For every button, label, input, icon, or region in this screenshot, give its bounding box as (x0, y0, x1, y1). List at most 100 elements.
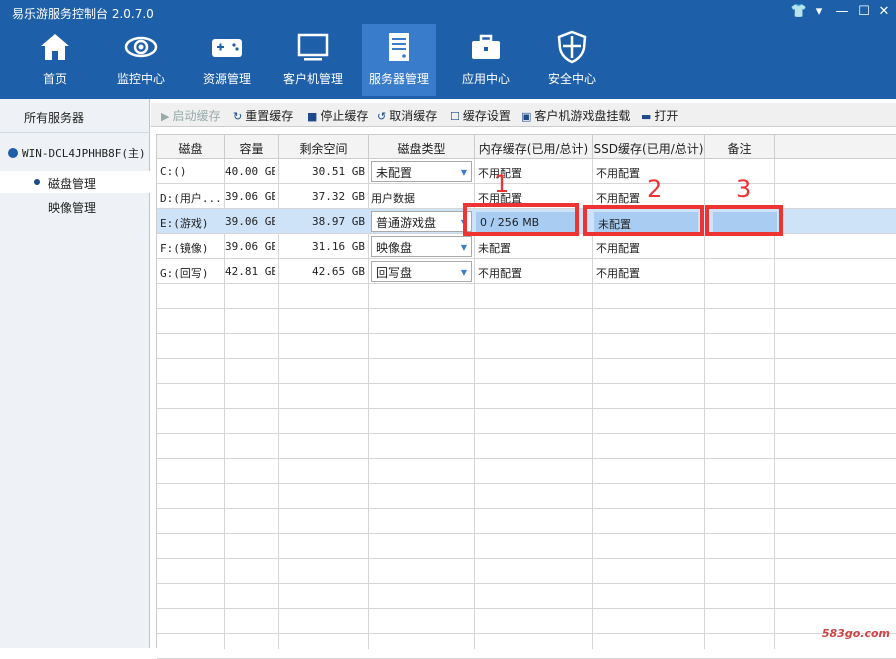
toolbar-play-button[interactable]: ▶ 启动缓存 (161, 107, 220, 124)
cell-free-space: 31.16 GB (312, 240, 365, 253)
cell-ssd-cache: 不用配置 (596, 267, 640, 280)
cell-capacity: 39.06 GB (225, 190, 275, 203)
annotation-label-1: 1 (494, 170, 510, 198)
shirt-icon[interactable]: 👕 (789, 4, 809, 19)
dropdown-icon[interactable]: ▾ (809, 4, 829, 19)
nav-gamepad[interactable]: 资源管理 (189, 24, 265, 96)
toolbar-reset-button[interactable]: ↻ 重置缓存 (233, 107, 293, 124)
cell-disk: E:(游戏) (160, 217, 209, 230)
cell-capacity: 42.81 GB (225, 265, 275, 278)
column-header[interactable]: 备注 (705, 135, 775, 159)
toolbar-label: 停止缓存 (320, 109, 369, 123)
column-header[interactable]: 剩余空间 (279, 135, 369, 159)
reset-icon: ↻ (233, 110, 243, 123)
nav-label: 服务器管理 (368, 72, 429, 86)
cell-disk: D:(用户... (160, 192, 222, 205)
empty-row (157, 409, 896, 434)
nav-label: 客户机管理 (282, 72, 343, 86)
sidebar-item-image-management[interactable]: 映像管理 (0, 195, 150, 217)
empty-row (157, 534, 896, 559)
empty-row (157, 634, 896, 659)
annotation-label-3: 3 (736, 175, 752, 203)
nav-toolbox[interactable]: 应用中心 (448, 24, 524, 96)
cell-capacity: 39.06 GB (225, 240, 275, 253)
empty-row (157, 309, 896, 334)
collapse-icon[interactable] (8, 148, 18, 158)
empty-row (157, 359, 896, 384)
watermark: 583go.com (821, 627, 890, 640)
toolbar: ▶ 启动缓存 ↻ 重置缓存 ■ 停止缓存 ↺ 取消缓存 ☐ 缓存设置 ▣ 客户机游戏盘挂载 ▬ 打开 (151, 103, 896, 127)
nav-label: 应用中心 (461, 72, 510, 86)
column-header[interactable]: 磁盘类型 (369, 135, 475, 159)
settings-icon: ☐ (450, 110, 460, 123)
nav-label: 监控中心 (116, 72, 165, 86)
cell-free-space: 30.51 GB (312, 165, 365, 178)
nav-home[interactable]: 首页 (17, 24, 93, 96)
header-filler (775, 135, 896, 159)
cell-ssd-cache: 不用配置 (596, 242, 640, 255)
toolbar-label: 启动缓存 (172, 109, 221, 123)
disk-type-value: 普通游戏盘 (376, 216, 437, 230)
close-icon[interactable]: ✕ (874, 4, 894, 19)
cell-free-space: 38.97 GB (312, 215, 365, 228)
nav-label: 首页 (42, 72, 67, 86)
empty-row (157, 559, 896, 584)
disk-type-select[interactable]: 映像盘 ▼ (371, 236, 472, 257)
sidebar-all-servers[interactable]: 所有服务器 (0, 99, 150, 133)
toolbox-icon (448, 30, 524, 64)
empty-row (157, 484, 896, 509)
disk-type-value: 回写盘 (376, 266, 413, 280)
annotation-box-2 (583, 205, 704, 236)
toolbar-folder-button[interactable]: ▬ 打开 (641, 107, 678, 124)
sidebar-server-node[interactable]: WIN-DCL4JPHHB8F(主) (0, 139, 150, 165)
chevron-down-icon: ▼ (460, 243, 467, 252)
empty-row (157, 434, 896, 459)
column-header[interactable]: 内存缓存(已用/总计) (475, 135, 593, 159)
nav-monitor[interactable]: 客户机管理 (275, 24, 351, 96)
nav-label: 安全中心 (547, 72, 596, 86)
toolbar-label: 打开 (654, 109, 679, 123)
chevron-down-icon: ▼ (460, 268, 467, 277)
sidebar: 所有服务器 WIN-DCL4JPHHB8F(主) 磁盘管理 映像管理 (0, 99, 150, 648)
toolbar-cancel-button[interactable]: ↺ 取消缓存 (377, 107, 437, 124)
sidebar-item-label: 磁盘管理 (48, 177, 97, 191)
disk-type-select[interactable]: 回写盘 ▼ (371, 261, 472, 282)
server-icon (362, 30, 436, 64)
toolbar-settings-button[interactable]: ☐ 缓存设置 (450, 107, 511, 124)
toolbar-label: 取消缓存 (389, 109, 438, 123)
annotation-box-1 (463, 203, 579, 236)
column-header[interactable]: SSD缓存(已用/总计) (593, 135, 705, 159)
cell-disk: F:(镜像) (160, 242, 209, 255)
disk-type-select[interactable]: 未配置 ▼ (371, 161, 472, 182)
disk-type-select[interactable]: 普通游戏盘 ▼ (371, 211, 472, 232)
disk-type-value: 映像盘 (376, 241, 413, 255)
nav-server[interactable]: 服务器管理 (362, 24, 436, 96)
cell-disk: C:() (160, 165, 187, 178)
bullet-icon (34, 179, 40, 185)
toolbar-stop-button[interactable]: ■ 停止缓存 (307, 107, 368, 124)
cell-free-space: 42.65 GB (312, 265, 365, 278)
mount-icon: ▣ (521, 110, 532, 123)
toolbar-label: 客户机游戏盘挂载 (534, 109, 631, 123)
cell-note (707, 234, 773, 259)
chevron-down-icon: ▼ (460, 168, 467, 177)
cancel-icon: ↺ (377, 110, 387, 123)
sidebar-item-disk-management[interactable]: 磁盘管理 (0, 171, 150, 193)
annotation-box-3 (705, 205, 783, 236)
maximize-icon[interactable]: ☐ (854, 4, 874, 19)
toolbar-mount-button[interactable]: ▣ 客户机游戏盘挂载 (521, 107, 630, 124)
main-panel: ▶ 启动缓存 ↻ 重置缓存 ■ 停止缓存 ↺ 取消缓存 ☐ 缓存设置 ▣ 客户机游戏盘挂载 ▬ 打开 磁盘… (151, 99, 896, 659)
cell-capacity: 39.06 GB (225, 215, 275, 228)
column-header[interactable]: 磁盘 (157, 135, 225, 159)
empty-row (157, 509, 896, 534)
nav-shield[interactable]: 安全中心 (534, 24, 610, 96)
empty-row (157, 609, 896, 634)
empty-row (157, 584, 896, 609)
column-header[interactable]: 容量 (225, 135, 279, 159)
minimize-icon[interactable]: — (832, 4, 852, 19)
nav-eye[interactable]: 监控中心 (103, 24, 179, 96)
gamepad-icon (189, 30, 265, 64)
toolbar-label: 重置缓存 (245, 109, 294, 123)
cell-memory-cache: 不用配置 (478, 267, 522, 280)
folder-icon: ▬ (641, 110, 652, 123)
